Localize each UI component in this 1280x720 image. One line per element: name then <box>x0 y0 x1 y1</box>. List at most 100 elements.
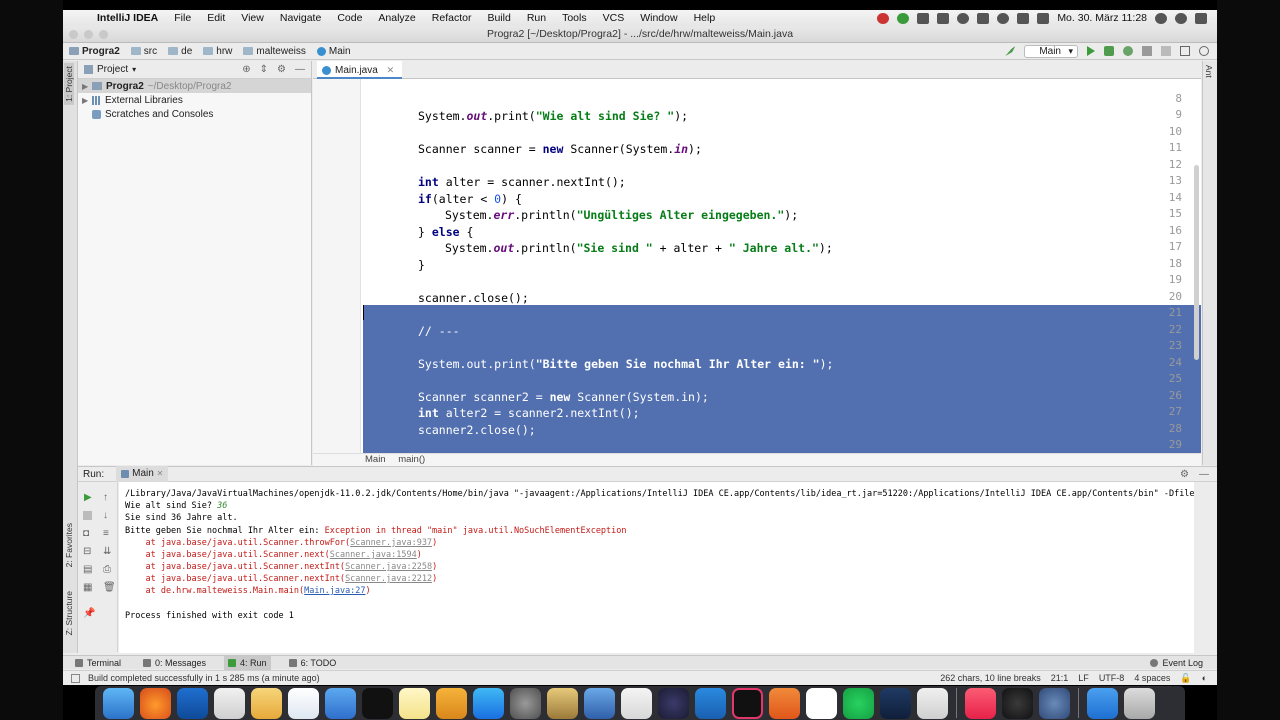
breadcrumb-de[interactable]: de <box>168 46 197 57</box>
run-menu-icon[interactable] <box>1142 46 1152 56</box>
layout-icon[interactable]: ▤ <box>83 564 92 575</box>
hide-panel-icon[interactable]: — <box>1199 469 1209 480</box>
stack-trace-link[interactable]: Main.java:27 <box>304 586 365 596</box>
file-encoding[interactable]: UTF-8 <box>1099 673 1125 683</box>
menu-app-name[interactable]: IntelliJ IDEA <box>89 12 166 24</box>
tool-window-todo[interactable]: 6: TODO <box>285 656 341 670</box>
project-structure-icon[interactable] <box>1180 46 1190 56</box>
menu-help[interactable]: Help <box>686 12 724 24</box>
finder-icon[interactable] <box>103 688 134 719</box>
stop-icon[interactable] <box>83 511 92 520</box>
collapse-all-icon[interactable]: ⇕ <box>260 64 268 75</box>
tree-item-progra2[interactable]: ▶ Progra2 ~/Desktop/Progra2 <box>78 79 311 93</box>
trash-icon[interactable]: 🗑 <box>103 582 116 593</box>
breadcrumb-hrw[interactable]: hrw <box>203 46 237 57</box>
wifi-icon[interactable] <box>997 12 1010 24</box>
breadcrumb-main[interactable]: Main <box>316 46 351 57</box>
close-window-icon[interactable] <box>69 30 78 39</box>
run-tab-main[interactable]: Main ✕ <box>116 466 169 482</box>
app-store-icon[interactable] <box>473 688 504 719</box>
swift-icon[interactable] <box>769 688 800 719</box>
line-number-gutter[interactable] <box>313 79 361 453</box>
system-preferences-icon[interactable] <box>510 688 541 719</box>
menu-refactor[interactable]: Refactor <box>424 12 480 24</box>
toggle-tool-windows-icon[interactable] <box>71 673 80 683</box>
stack-trace-link[interactable]: Scanner.java:2258 <box>345 562 432 572</box>
menu-code[interactable]: Code <box>329 12 370 24</box>
intellij-idea-icon[interactable] <box>732 688 763 719</box>
run-icon[interactable] <box>1087 46 1095 56</box>
rerun-icon[interactable]: ▶ <box>84 492 92 503</box>
vscode-icon[interactable] <box>695 688 726 719</box>
sublime-text-icon[interactable] <box>436 688 467 719</box>
coverage-icon[interactable] <box>1123 46 1133 56</box>
exit-icon[interactable]: ⊟ <box>83 546 91 557</box>
stack-trace-link[interactable]: Scanner.java:2212 <box>345 574 432 584</box>
minimize-window-icon[interactable] <box>84 30 93 39</box>
stack-trace-link[interactable]: Scanner.java:937 <box>350 538 432 548</box>
stack-trace-link[interactable]: Scanner.java:1594 <box>330 550 417 560</box>
gear-icon[interactable]: ⚙ <box>1180 469 1189 480</box>
breadcrumb-class[interactable]: Main <box>365 454 386 465</box>
breadcrumb-malteweiss[interactable]: malteweiss <box>243 46 310 57</box>
scroll-down-icon[interactable]: ↓ <box>103 510 108 521</box>
scroll-to-end-icon[interactable]: ⇊ <box>103 546 111 557</box>
time-machine-icon[interactable] <box>957 12 970 24</box>
bluetooth-icon[interactable] <box>977 12 990 24</box>
mail-icon[interactable] <box>214 688 245 719</box>
close-tab-icon[interactable]: ✕ <box>387 65 395 75</box>
run-configuration-select[interactable]: Main <box>1024 44 1078 58</box>
caret-position[interactable]: 21:1 <box>1051 673 1069 683</box>
tool-window-terminal[interactable]: Terminal <box>71 656 125 670</box>
siri-icon[interactable] <box>1175 12 1187 24</box>
stop-icon[interactable] <box>1161 46 1171 56</box>
status-message[interactable]: Build completed successfully in 1 s 285 … <box>88 673 320 683</box>
expand-arrow-icon[interactable]: ▶ <box>82 82 92 91</box>
build-hammer-icon[interactable] <box>1005 46 1016 56</box>
restore-layout-icon[interactable]: ▦ <box>83 582 92 593</box>
search-everywhere-icon[interactable] <box>1199 46 1209 56</box>
slack-icon[interactable] <box>806 688 837 719</box>
breadcrumb-project[interactable]: Progra2 <box>69 46 125 57</box>
tree-item-external-libraries[interactable]: ▶ External Libraries <box>78 93 311 107</box>
airplay-icon[interactable] <box>937 12 950 24</box>
chevron-down-icon[interactable]: ▾ <box>132 65 136 74</box>
quicktime-icon[interactable] <box>1039 688 1070 719</box>
run-console[interactable]: /Library/Java/JavaVirtualMachines/openjd… <box>119 482 1194 653</box>
debug-icon[interactable] <box>1104 46 1114 56</box>
locate-icon[interactable]: ⊕ <box>242 64 250 75</box>
scanner-icon[interactable] <box>917 688 948 719</box>
menu-build[interactable]: Build <box>479 12 518 24</box>
notes-icon[interactable] <box>399 688 430 719</box>
obs-icon[interactable] <box>1002 688 1033 719</box>
menu-run[interactable]: Run <box>519 12 554 24</box>
tool-window-event-log[interactable]: Event Log <box>1146 656 1207 670</box>
outlook-icon[interactable] <box>177 688 208 719</box>
downloads-folder-icon[interactable] <box>1087 688 1118 719</box>
editor-scrollbar[interactable] <box>1194 165 1199 360</box>
gear-icon[interactable]: ⚙ <box>277 64 286 75</box>
lock-icon[interactable]: 🔓 <box>1180 673 1191 684</box>
steam-icon[interactable] <box>880 688 911 719</box>
trash-icon[interactable] <box>1124 688 1155 719</box>
menu-window[interactable]: Window <box>632 12 685 24</box>
menu-vcs[interactable]: VCS <box>595 12 633 24</box>
expand-arrow-icon[interactable]: ▶ <box>82 96 92 105</box>
hide-panel-icon[interactable]: — <box>295 64 305 75</box>
soft-wrap-icon[interactable]: ≡ <box>103 528 109 539</box>
menu-navigate[interactable]: Navigate <box>272 12 329 24</box>
record-icon[interactable] <box>877 12 890 24</box>
check-icon[interactable] <box>897 12 910 24</box>
spotlight-search-icon[interactable] <box>1155 12 1167 24</box>
firefox-icon[interactable] <box>140 688 171 719</box>
menu-tools[interactable]: Tools <box>554 12 595 24</box>
archive-utility-icon[interactable] <box>547 688 578 719</box>
music-icon[interactable] <box>965 688 996 719</box>
notification-center-icon[interactable] <box>1195 12 1207 24</box>
zoom-window-icon[interactable] <box>99 30 108 39</box>
numbers-icon[interactable] <box>288 688 319 719</box>
keynote-icon[interactable] <box>325 688 356 719</box>
breadcrumb-method[interactable]: main() <box>398 454 425 465</box>
tool-tab-ant[interactable]: Ant <box>1204 65 1214 78</box>
menu-edit[interactable]: Edit <box>199 12 233 24</box>
